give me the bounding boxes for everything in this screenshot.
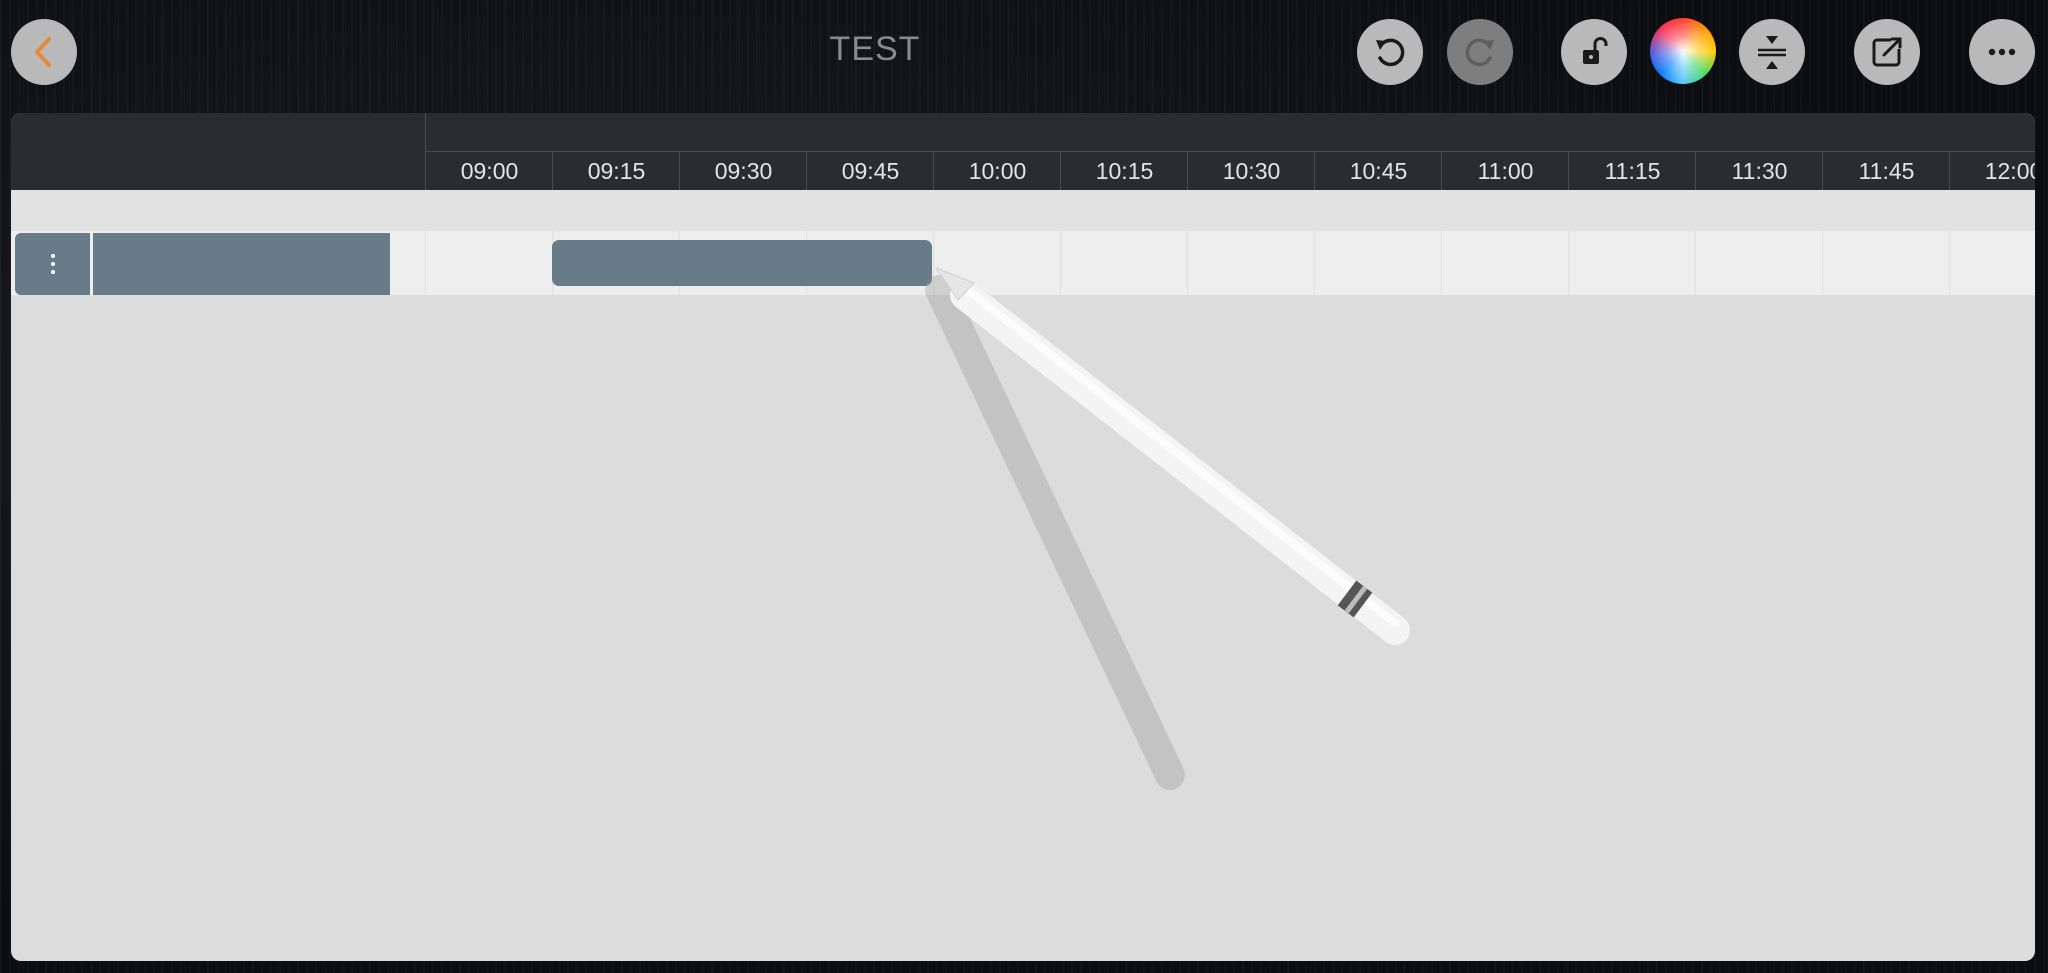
time-tick: 11:00 xyxy=(1441,152,1569,190)
row-height-button[interactable] xyxy=(1739,19,1805,85)
time-tick: 09:30 xyxy=(679,152,807,190)
time-tick: 12:00 xyxy=(1949,152,2035,190)
time-tick: 10:30 xyxy=(1187,152,1315,190)
color-picker-button[interactable] xyxy=(1650,18,1716,84)
date-header xyxy=(425,113,2035,152)
timeline-row[interactable] xyxy=(11,231,2035,295)
redo-icon xyxy=(1465,38,1494,67)
event-bar[interactable] xyxy=(552,240,932,286)
time-ruler[interactable]: 09:00 09:15 09:30 09:45 10:00 10:15 10:3… xyxy=(425,152,2035,190)
document-title: TEST xyxy=(829,30,921,68)
time-tick: 10:00 xyxy=(933,152,1061,190)
grid-line xyxy=(1695,231,1696,295)
more-icon xyxy=(1988,48,2016,56)
grid-line xyxy=(1314,231,1315,295)
grid-line xyxy=(933,231,934,295)
grid-line xyxy=(1949,231,1950,295)
chevron-left-icon xyxy=(35,37,51,67)
grid-line xyxy=(1822,231,1823,295)
time-tick: 09:15 xyxy=(552,152,680,190)
row-label-header xyxy=(11,113,426,190)
time-tick: 09:45 xyxy=(806,152,934,190)
grid-line xyxy=(1441,231,1442,295)
grid-line xyxy=(1060,231,1061,295)
time-tick: 10:15 xyxy=(1060,152,1188,190)
grid-line xyxy=(425,231,426,295)
share-button[interactable] xyxy=(1854,19,1920,85)
header-spacer xyxy=(11,190,2035,231)
more-button[interactable] xyxy=(1969,19,2035,85)
lock-button[interactable] xyxy=(1561,19,1627,85)
time-tick: 11:45 xyxy=(1822,152,1950,190)
time-tick: 11:30 xyxy=(1695,152,1823,190)
undo-icon xyxy=(1376,38,1405,67)
unlock-icon xyxy=(1583,37,1608,64)
timeline-panel: 09:00 09:15 09:30 09:45 10:00 10:15 10:3… xyxy=(11,113,2035,961)
toolbar: TEST xyxy=(0,0,2048,108)
row-label[interactable] xyxy=(93,233,390,295)
redo-button[interactable] xyxy=(1447,19,1513,85)
time-tick: 11:15 xyxy=(1568,152,1696,190)
timeline-header: 09:00 09:15 09:30 09:45 10:00 10:15 10:3… xyxy=(11,113,2035,190)
vertical-dots-icon xyxy=(50,254,55,274)
back-button[interactable] xyxy=(11,19,77,85)
share-icon xyxy=(1872,37,1902,67)
expand-collapse-icon xyxy=(1758,36,1786,69)
grid-line xyxy=(1568,231,1569,295)
time-tick: 09:00 xyxy=(425,152,553,190)
undo-button[interactable] xyxy=(1357,19,1423,85)
grid-line xyxy=(1187,231,1188,295)
time-tick: 10:45 xyxy=(1314,152,1442,190)
row-handle[interactable] xyxy=(15,233,90,295)
